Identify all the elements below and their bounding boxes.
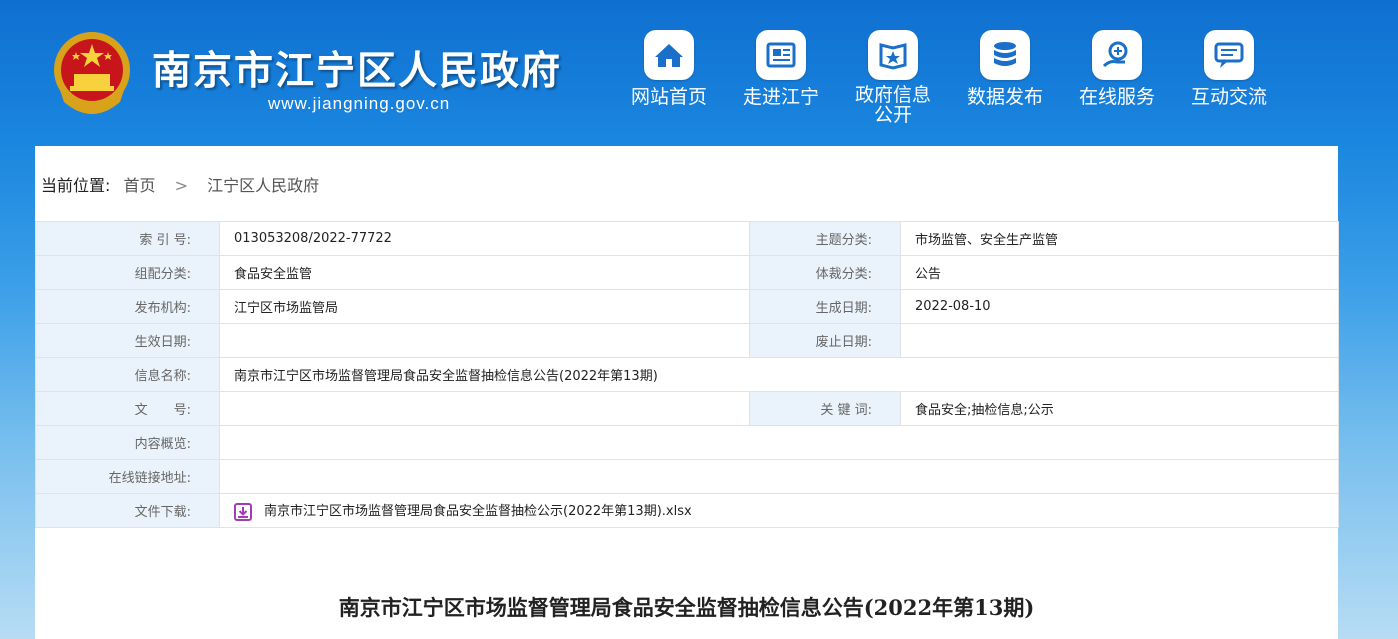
- doc-no-value: [219, 391, 750, 426]
- online-link-value[interactable]: [219, 459, 1339, 494]
- breadcrumb-separator: >: [174, 176, 189, 195]
- genre-value: 公告: [900, 255, 1339, 290]
- summary-value: [219, 425, 1339, 460]
- table-row: 在线链接地址:: [35, 459, 1339, 494]
- table-row: 内容概览:: [35, 425, 1339, 460]
- table-row: 文件下载: 南京市江宁区市场监督管理局食品安全监督抽检公示(2022年第13期)…: [35, 493, 1339, 528]
- nav-home[interactable]: 网站首页: [614, 30, 724, 107]
- home-icon: [644, 30, 694, 80]
- index-no-label: 索 引 号:: [35, 221, 220, 256]
- document-icon: [868, 30, 918, 80]
- info-name-value: 南京市江宁区市场监督管理局食品安全监督抽检信息公告(2022年第13期): [219, 357, 1339, 392]
- topic-value: 市场监管、安全生产监管: [900, 221, 1339, 256]
- effective-date-label: 生效日期:: [35, 323, 220, 358]
- site-title[interactable]: 南京市江宁区人民政府: [152, 40, 562, 96]
- service-icon: [1092, 30, 1142, 80]
- breadcrumb-home[interactable]: 首页: [124, 176, 156, 195]
- breadcrumb-current[interactable]: 江宁区人民政府: [207, 176, 319, 195]
- table-row: 发布机构: 江宁区市场监管局 生成日期: 2022-08-10: [35, 289, 1339, 324]
- breadcrumb-label: 当前位置:: [41, 176, 111, 195]
- chat-icon: [1204, 30, 1254, 80]
- article-title: 南京市江宁区市场监督管理局食品安全监督抽检信息公告(2022年第13期): [338, 595, 1035, 620]
- table-row: 信息名称: 南京市江宁区市场监督管理局食品安全监督抽检信息公告(2022年第13…: [35, 357, 1339, 392]
- topic-label: 主题分类:: [749, 221, 901, 256]
- nav-data-label: 数据发布: [966, 86, 1043, 108]
- table-row: 组配分类: 食品安全监管 体裁分类: 公告: [35, 255, 1339, 290]
- doc-no-label: 文 号:: [35, 391, 220, 426]
- nav-interaction-label: 互动交流: [1190, 86, 1267, 108]
- download-icon[interactable]: [234, 502, 252, 521]
- table-row: 索 引 号: 013053208/2022-77722 主题分类: 市场监管、安…: [35, 221, 1339, 256]
- effective-date-value: [219, 323, 750, 358]
- nav-interaction[interactable]: 互动交流: [1174, 30, 1284, 107]
- expired-date-value: [900, 323, 1339, 358]
- keywords-label: 关 键 词:: [749, 391, 901, 426]
- created-date-label: 生成日期:: [749, 289, 901, 324]
- download-file-link[interactable]: 南京市江宁区市场监督管理局食品安全监督抽检公示(2022年第13期).xlsx: [264, 504, 692, 519]
- genre-label: 体裁分类:: [749, 255, 901, 290]
- site-url[interactable]: www.jiangning.gov.cn: [268, 94, 450, 114]
- nav-data[interactable]: 数据发布: [950, 30, 1060, 107]
- keywords-value: 食品安全;抽检信息;公示: [900, 391, 1339, 426]
- online-link-label: 在线链接地址:: [35, 459, 220, 494]
- created-date-value: 2022-08-10: [900, 289, 1339, 324]
- breadcrumb: 当前位置: 首页 > 江宁区人民政府: [41, 172, 319, 196]
- summary-label: 内容概览:: [35, 425, 220, 460]
- header-banner: 南京市江宁区人民政府 www.jiangning.gov.cn 网站首页 走进江…: [0, 0, 1398, 146]
- database-icon: [980, 30, 1030, 80]
- download-label: 文件下载:: [35, 493, 220, 528]
- content-panel: 当前位置: 首页 > 江宁区人民政府 索 引 号: 013053208/2022…: [35, 146, 1339, 639]
- nav-service[interactable]: 在线服务: [1062, 30, 1172, 107]
- newspaper-icon: [756, 30, 806, 80]
- nav-about[interactable]: 走进江宁: [726, 30, 836, 107]
- index-no-value: 013053208/2022-77722: [219, 221, 750, 256]
- expired-date-label: 废止日期:: [749, 323, 901, 358]
- info-metadata-table: 索 引 号: 013053208/2022-77722 主题分类: 市场监管、安…: [35, 221, 1339, 528]
- nav-gov-info-label: 政府信息公开: [854, 84, 931, 126]
- nav-home-label: 网站首页: [630, 86, 707, 108]
- download-cell: 南京市江宁区市场监督管理局食品安全监督抽检公示(2022年第13期).xlsx: [219, 493, 1339, 528]
- table-row: 文 号: 关 键 词: 食品安全;抽检信息;公示: [35, 391, 1339, 426]
- nav-about-label: 走进江宁: [742, 86, 819, 108]
- national-emblem-icon: [54, 32, 130, 114]
- publisher-label: 发布机构:: [35, 289, 220, 324]
- category-value: 食品安全监管: [219, 255, 750, 290]
- nav-gov-info[interactable]: 政府信息公开: [838, 30, 948, 125]
- nav-service-label: 在线服务: [1078, 86, 1155, 108]
- category-label: 组配分类:: [35, 255, 220, 290]
- publisher-value: 江宁区市场监管局: [219, 289, 750, 324]
- info-name-label: 信息名称:: [35, 357, 220, 392]
- table-row: 生效日期: 废止日期:: [35, 323, 1339, 358]
